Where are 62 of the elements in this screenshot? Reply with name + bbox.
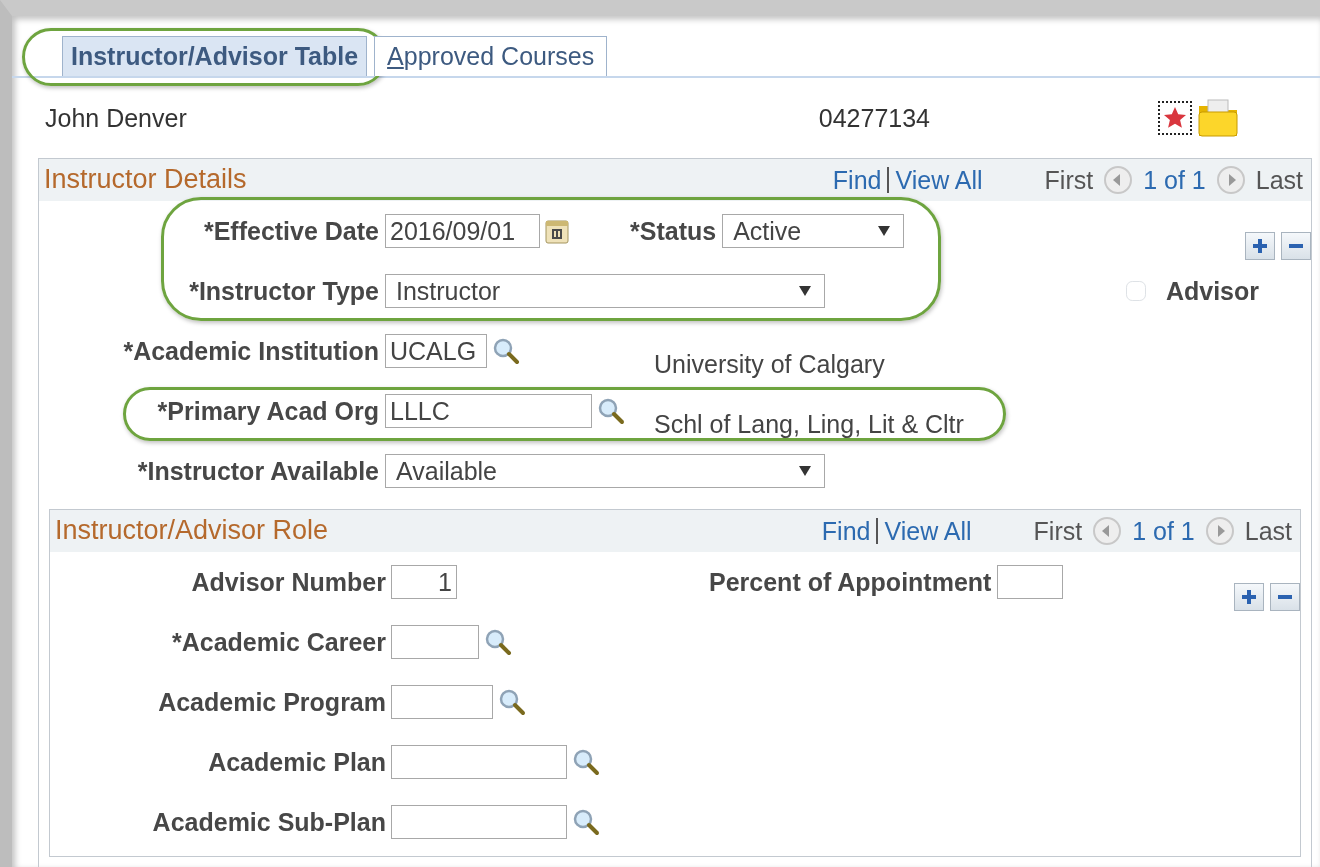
input-field[interactable] bbox=[391, 625, 479, 659]
id-number: 04277134 bbox=[818, 103, 930, 133]
search-icon[interactable] bbox=[571, 747, 601, 777]
add-row-button[interactable] bbox=[1234, 583, 1264, 611]
person-name: John Denver bbox=[45, 103, 187, 133]
field-label: Advisor Number bbox=[190, 567, 386, 597]
add-row-button[interactable] bbox=[1245, 232, 1275, 260]
checkbox-label: Advisor bbox=[1165, 276, 1259, 306]
tab[interactable]: Instructor/Advisor Table bbox=[62, 36, 368, 76]
view-all-link[interactable]: View All bbox=[895, 165, 983, 195]
input-field[interactable]: 1 bbox=[391, 565, 457, 599]
delete-row-button[interactable] bbox=[1270, 583, 1300, 611]
search-icon[interactable] bbox=[497, 687, 527, 717]
field-label: *Status bbox=[630, 216, 717, 246]
field-label: Academic Program bbox=[157, 687, 386, 717]
input-field[interactable]: LLLC bbox=[385, 394, 592, 428]
input-field[interactable] bbox=[391, 745, 567, 779]
first-label: First bbox=[1044, 165, 1094, 195]
view-all-link[interactable]: View All bbox=[884, 516, 972, 546]
caret-icon bbox=[798, 465, 812, 477]
tab[interactable]: Approved Courses bbox=[374, 36, 608, 76]
section-title: Instructor Details bbox=[44, 164, 247, 196]
field-label: *Primary Acad Org bbox=[156, 396, 379, 426]
field-label: Academic Plan bbox=[207, 747, 386, 777]
field-label: *Effective Date bbox=[202, 216, 379, 246]
minus-icon bbox=[1287, 244, 1305, 248]
last-label: Last bbox=[1255, 165, 1303, 195]
field-description: University of Calgary bbox=[654, 350, 885, 379]
field-label: Academic Sub-Plan bbox=[151, 807, 386, 837]
field-label: *Instructor Available bbox=[136, 456, 379, 486]
checkbox[interactable] bbox=[1125, 281, 1146, 301]
input-field[interactable] bbox=[391, 685, 493, 719]
first-label: First bbox=[1033, 516, 1083, 546]
dropdown-field[interactable]: Available bbox=[385, 454, 825, 488]
search-icon[interactable] bbox=[491, 336, 521, 366]
input-field[interactable] bbox=[997, 565, 1064, 599]
section-title: Instructor/Advisor Role bbox=[55, 515, 329, 547]
search-icon[interactable] bbox=[571, 807, 601, 837]
field-label: *Instructor Type bbox=[188, 276, 379, 306]
caret-icon bbox=[877, 225, 892, 237]
caret-icon bbox=[798, 285, 812, 297]
input-field[interactable] bbox=[391, 805, 567, 839]
page-count: 1 of 1 bbox=[1143, 165, 1206, 195]
plus-icon bbox=[1240, 588, 1258, 606]
search-icon[interactable] bbox=[483, 627, 513, 657]
plus-icon bbox=[1251, 237, 1269, 255]
dropdown-field[interactable]: Instructor bbox=[385, 274, 825, 308]
page-count: 1 of 1 bbox=[1132, 516, 1195, 546]
calendar-icon[interactable] bbox=[544, 217, 572, 245]
dropdown-field[interactable]: Active bbox=[722, 214, 905, 248]
field-label: Percent of Appointment bbox=[709, 567, 992, 597]
field-label: *Academic Career bbox=[171, 627, 386, 657]
field-description: Schl of Lang, Ling, Lit & Cltr bbox=[654, 410, 964, 439]
find-link[interactable]: Find bbox=[832, 165, 882, 195]
field-label: *Academic Institution bbox=[122, 336, 379, 366]
input-field[interactable]: UCALG bbox=[385, 334, 487, 368]
minus-icon bbox=[1276, 595, 1294, 599]
last-label: Last bbox=[1244, 516, 1292, 546]
delete-row-button[interactable] bbox=[1281, 232, 1311, 260]
find-link[interactable]: Find bbox=[821, 516, 871, 546]
date-field[interactable]: 2016/09/01 bbox=[385, 214, 540, 248]
search-icon[interactable] bbox=[596, 396, 626, 426]
